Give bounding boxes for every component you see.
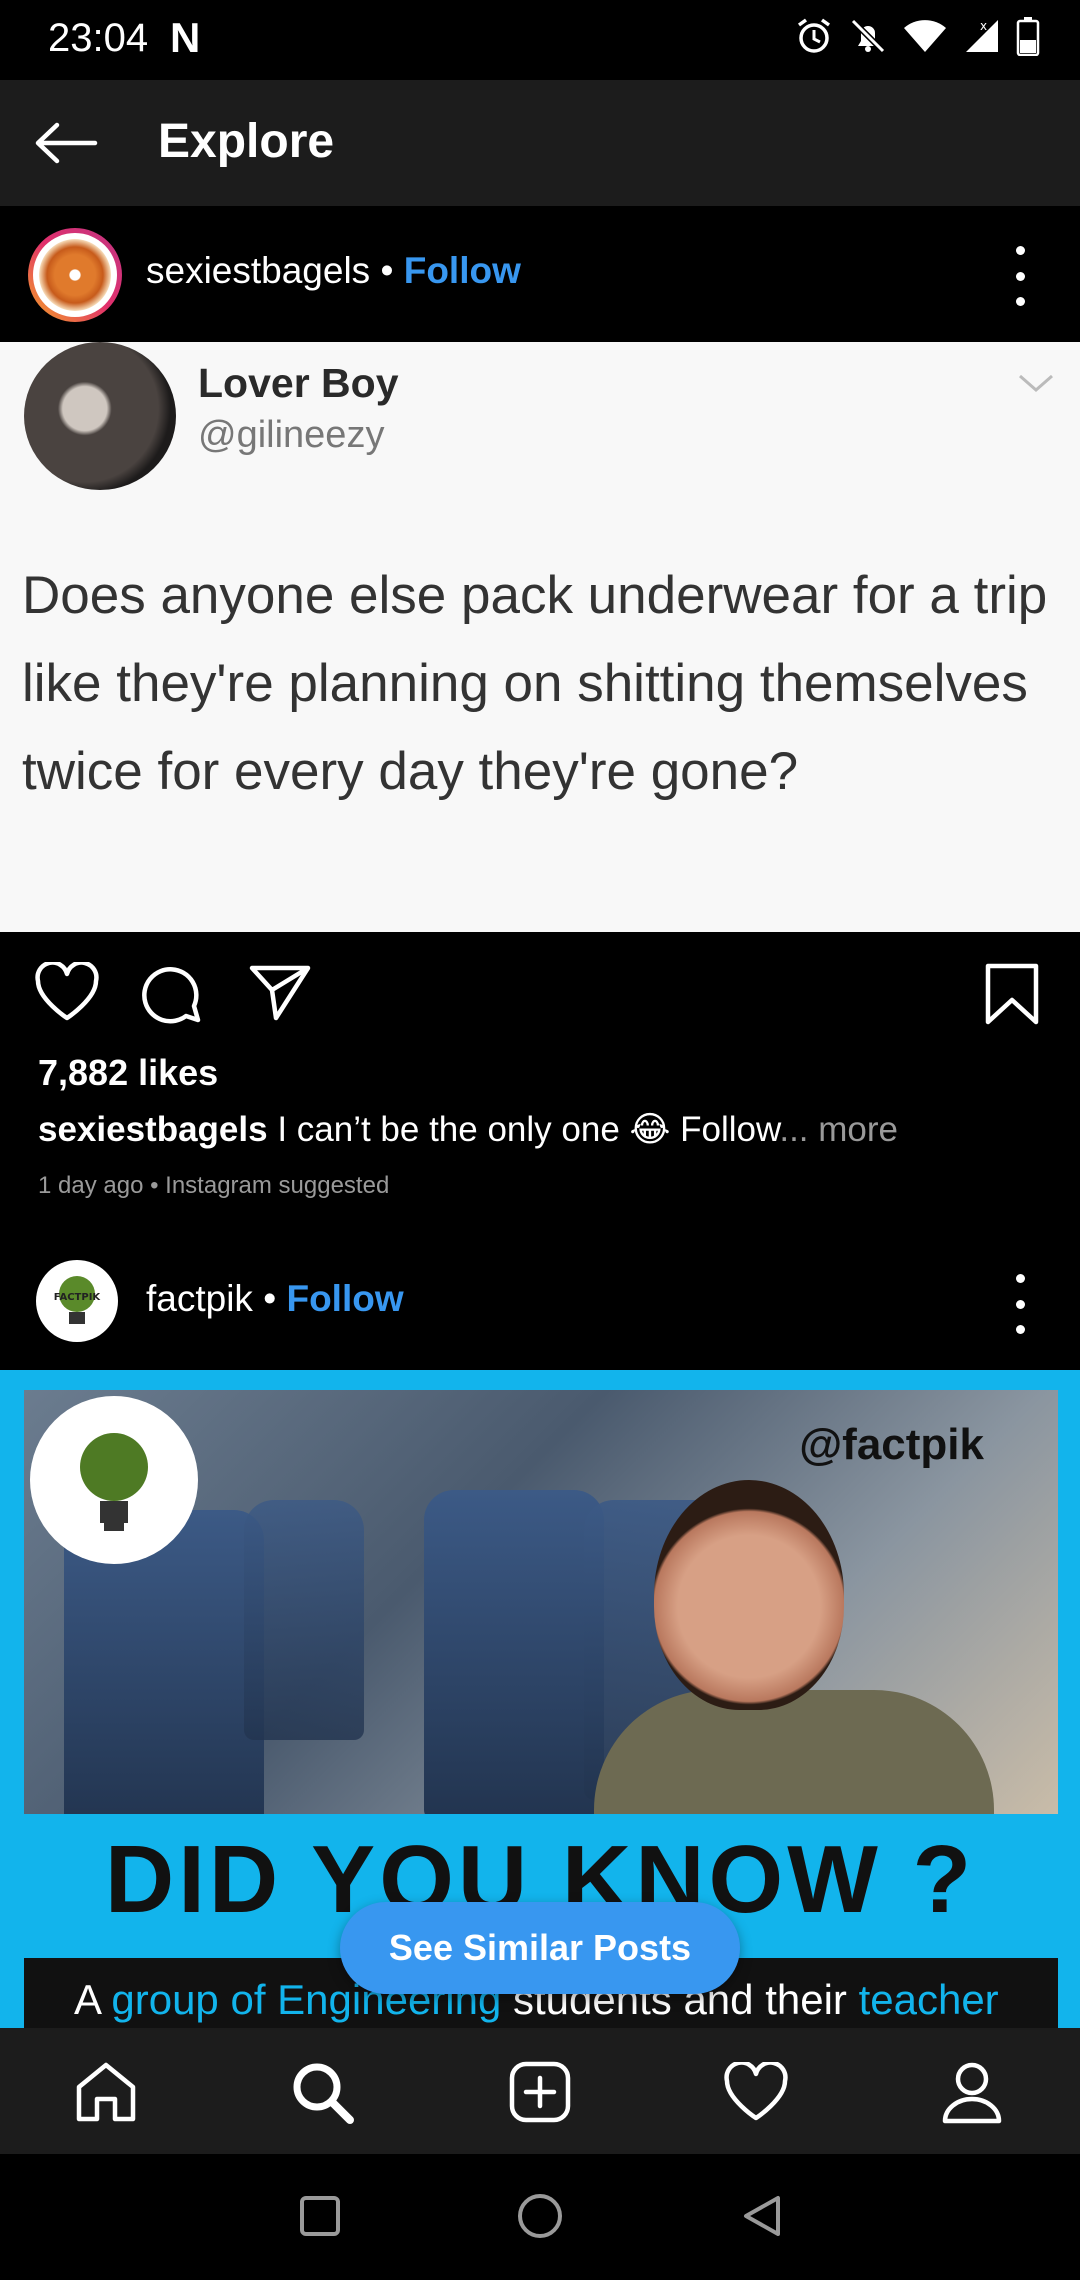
tab-home[interactable] <box>68 2054 144 2130</box>
wifi-icon <box>904 20 946 52</box>
status-time: 23:04 <box>48 16 149 60</box>
more-dot-icon <box>1015 271 1025 281</box>
post-image[interactable]: Lover Boy @gilineezy Does anyone else pa… <box>0 342 1080 932</box>
bell-muted-icon <box>850 18 886 54</box>
status-bar: 23:04 N x <box>0 0 1080 80</box>
see-similar-posts-button[interactable]: See Similar Posts <box>340 1902 740 1994</box>
svg-text:x: x <box>980 19 987 33</box>
add-post-icon <box>509 2061 571 2123</box>
back-nav-button[interactable] <box>732 2186 792 2246</box>
system-navigation-bar <box>0 2154 1080 2280</box>
chevron-down-icon <box>1019 374 1053 392</box>
tweet-avatar <box>24 342 176 490</box>
bookmark-icon[interactable] <box>984 962 1040 1026</box>
comment-icon[interactable] <box>142 962 204 1024</box>
avatar[interactable] <box>28 228 122 322</box>
tweet-handle: @gilineezy <box>198 414 385 456</box>
caption-username[interactable]: sexiestbagels <box>38 1110 268 1149</box>
username-link[interactable]: sexiestbagels <box>146 250 370 291</box>
follow-button[interactable]: Follow <box>286 1278 403 1319</box>
square-icon <box>300 2196 340 2236</box>
tab-new-post[interactable] <box>502 2054 578 2130</box>
alarm-icon <box>797 18 831 53</box>
separator: • <box>380 250 394 291</box>
more-options-button[interactable] <box>1000 246 1040 306</box>
lightbulb-icon: FACTPIK <box>54 1276 102 1324</box>
heart-icon[interactable] <box>34 962 100 1022</box>
tweet-text: Does anyone else pack underwear for a tr… <box>22 566 1048 801</box>
factpik-logo <box>30 1396 198 1564</box>
tab-search[interactable] <box>284 2054 360 2130</box>
page-title: Explore <box>158 115 335 168</box>
more-dot-icon <box>1015 297 1025 306</box>
home-nav-button[interactable] <box>510 2186 570 2246</box>
separator: • <box>263 1278 277 1319</box>
follow-button[interactable]: Follow <box>404 250 521 291</box>
post-meta: 1 day ago • Instagram suggested <box>38 1172 390 1199</box>
more-options-button[interactable] <box>1000 1274 1040 1334</box>
battery-icon <box>1016 17 1040 56</box>
profile-icon <box>942 2062 1002 2124</box>
app-header: Explore <box>0 80 1080 206</box>
back-button[interactable] <box>28 108 104 178</box>
search-icon <box>293 2063 354 2124</box>
signal-icon: x <box>966 19 998 52</box>
bottom-tab-bar <box>0 2028 1080 2154</box>
avatar[interactable]: FACTPIK <box>36 1260 118 1342</box>
more-dot-icon <box>1015 1274 1025 1283</box>
bagel-avatar-image <box>39 239 111 311</box>
triangle-back-icon <box>744 2196 780 2236</box>
home-icon <box>76 2062 136 2122</box>
likes-count[interactable]: 7,882 likes <box>38 1052 218 1094</box>
airplane-photo: @factpik <box>24 1390 1058 1814</box>
tab-profile[interactable] <box>934 2054 1010 2130</box>
factpik-avatar-text: FACTPIK <box>54 1292 102 1303</box>
username-link[interactable]: factpik <box>146 1278 253 1319</box>
lightbulb-brain-icon <box>80 1433 148 1531</box>
netflix-notification-icon: N <box>170 14 201 61</box>
share-icon[interactable] <box>248 962 312 1022</box>
caption: sexiestbagels I can’t be the only one 😂 … <box>38 1110 898 1150</box>
tweet-display-name: Lover Boy <box>198 360 399 406</box>
more-dot-icon <box>1015 1325 1025 1334</box>
post-author: sexiestbagels • Follow <box>146 250 521 292</box>
caption-more-link[interactable]: ... more <box>779 1110 898 1149</box>
post-header: sexiestbagels • Follow <box>0 206 1080 342</box>
post-header: FACTPIK factpik • Follow <box>0 1234 1080 1370</box>
watermark: @factpik <box>799 1420 984 1469</box>
recents-button[interactable] <box>290 2186 350 2246</box>
status-icons: x <box>794 16 1040 56</box>
post-actions: 7,882 likes sexiestbagels I can’t be the… <box>0 932 1080 1199</box>
heart-icon <box>724 2062 788 2121</box>
caption-text: I can’t be the only one 😂 Follow <box>277 1110 780 1149</box>
back-arrow-icon <box>35 122 98 164</box>
tab-activity[interactable] <box>718 2054 794 2130</box>
more-dot-icon <box>1015 1299 1025 1309</box>
more-dot-icon <box>1015 246 1025 255</box>
post-author: factpik • Follow <box>146 1278 404 1320</box>
circle-icon <box>518 2194 562 2238</box>
